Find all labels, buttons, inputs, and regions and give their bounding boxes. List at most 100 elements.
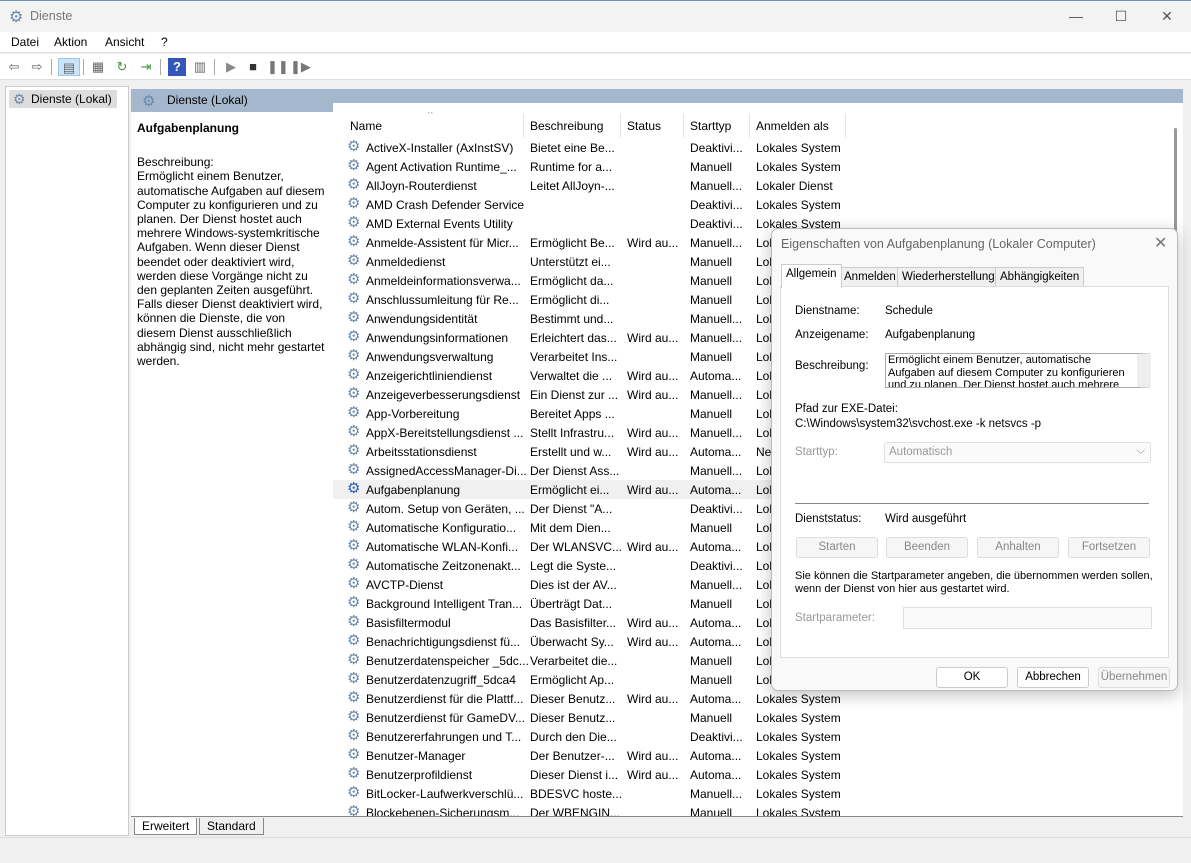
service-starttype: Manuell... [690,426,743,440]
gear-icon: ⚙ [347,689,361,706]
service-description: Der Dienst "A... [530,502,613,516]
help-icon[interactable]: ? [168,58,186,76]
beschreibung-label: Beschreibung: [795,360,869,372]
restart-icon[interactable]: ❚▶ [290,58,311,76]
view-icon[interactable]: ▥ [191,58,209,76]
column-separator[interactable] [523,114,524,138]
service-starttype: Manuell... [690,331,743,345]
close-button[interactable]: ✕ [1144,5,1190,29]
gear-icon: ⚙ [347,404,361,421]
minimize-button[interactable]: — [1053,5,1099,29]
startparameter-hint: Sie können die Startparameter angeben, d… [795,570,1153,595]
service-row[interactable]: ⚙ Benutzerdienst für die Plattf... Dieser … [333,689,1170,708]
cancel-button[interactable]: Abbrechen [1017,667,1089,688]
service-description: Überwacht Sy... [530,635,614,649]
refresh-icon[interactable]: ↻ [113,58,131,76]
tab-wiederherstellung[interactable]: Wiederherstellung [897,267,1000,287]
startparameter-input[interactable] [903,607,1152,629]
service-description: Ermöglicht ei... [530,483,610,497]
service-starttype: Manuell [690,521,733,535]
service-description: Legt die Syste... [530,559,617,573]
service-starttype: Manuell [690,407,733,421]
tab-anmelden[interactable]: Anmelden [839,267,901,287]
anhalten-button[interactable]: Anhalten [977,537,1059,558]
tab-allgemein[interactable]: Allgemein [781,264,842,288]
column-separator[interactable] [749,114,750,138]
column-header-anmelden[interactable]: Anmelden als [756,119,829,133]
service-row[interactable]: ⚙ Benutzerdienst für GameDV... Dieser Benu… [333,708,1170,727]
column-separator[interactable] [845,114,846,138]
tab-abhaengigkeiten[interactable]: Abhängigkeiten [995,267,1085,287]
apply-button[interactable]: Übernehmen [1098,667,1170,688]
service-status: Wird au... [627,692,679,706]
starttyp-select[interactable]: Automatisch ⌵ [884,442,1151,463]
service-name: Aufgabenplanung [366,483,461,497]
service-row[interactable]: ⚙ AMD Crash Defender Service Deaktivi... Lo… [333,195,1170,214]
service-starttype: Manuell [690,160,733,174]
service-name: Autom. Setup von Geräten, ... [366,502,525,516]
column-separator[interactable] [683,114,684,138]
column-header-status[interactable]: Status [627,119,661,133]
stop-icon[interactable]: ■ [244,58,262,76]
details-desc-label: Beschreibung: [137,155,214,170]
service-row[interactable]: ⚙ BitLocker-Laufwerkverschlü... BDESVC hos… [333,784,1170,803]
status-bar [0,837,1191,863]
service-description: Der Benutzer-... [530,749,615,763]
gear-icon: ⚙ [347,480,361,497]
menu-datei[interactable]: Datei [11,35,39,49]
beschreibung-textbox[interactable]: Ermöglicht einem Benutzer, automatische … [885,353,1151,388]
menu-ansicht[interactable]: Ansicht [105,35,144,49]
service-name: Benutzer-Manager [366,749,466,763]
service-starttype: Manuell... [690,236,743,250]
service-status: Wird au... [627,483,679,497]
beenden-button[interactable]: Beenden [886,537,968,558]
export-list-icon[interactable]: ⇥ [137,58,155,76]
service-starttype: Manuell... [690,312,743,326]
service-status: Wird au... [627,236,679,250]
gear-icon: ⚙ [347,233,361,250]
maximize-button[interactable]: ☐ [1098,5,1144,29]
service-description: Dieser Benutz... [530,711,616,725]
ok-button[interactable]: OK [936,667,1008,688]
pause-icon[interactable]: ❚❚ [267,58,289,76]
menu-help[interactable]: ? [161,35,168,49]
service-starttype: Manuell [690,806,733,816]
service-row[interactable]: ⚙ Benutzererfahrungen und T... Durch den D… [333,727,1170,746]
service-starttype: Automa... [690,369,742,383]
service-starttype: Deaktivi... [690,141,743,155]
start-icon[interactable]: ▶ [222,58,240,76]
service-row[interactable]: ⚙ Benutzer-Manager Der Benutzer-... Wird au… [333,746,1170,765]
service-status: Wird au... [627,445,679,459]
service-starttype: Manuell [690,711,733,725]
service-description: Durch den Die... [530,730,617,744]
service-row[interactable]: ⚙ Agent Activation Runtime_... Runtime for… [333,157,1170,176]
service-starttype: Manuell [690,654,733,668]
window-title: Dienste [30,9,73,23]
back-icon[interactable]: ⇦ [5,58,23,76]
tree-item-dienste-lokal[interactable]: ⚙ Dienste (Lokal) [9,90,117,108]
service-row[interactable]: ⚙ ActiveX-Installer (AxInstSV) Bietet eine… [333,138,1170,157]
column-header-beschreibung[interactable]: Beschreibung [530,119,603,133]
tab-erweitert[interactable]: Erweitert [134,818,198,835]
fortsetzen-button[interactable]: Fortsetzen [1068,537,1150,558]
menu-aktion[interactable]: Aktion [54,35,87,49]
starten-button[interactable]: Starten [796,537,878,558]
show-hide-console-tree-icon[interactable]: ▤ [58,58,80,76]
forward-icon[interactable]: ⇨ [28,58,46,76]
column-header-starttyp[interactable]: Starttyp [690,119,731,133]
tab-standard[interactable]: Standard [199,818,264,835]
service-status: Wird au... [627,768,679,782]
view-tabs: Erweitert Standard [131,816,1183,835]
properties-icon[interactable]: ▦ [89,58,107,76]
service-row[interactable]: ⚙ AllJoyn-Routerdienst Leitet AllJoyn-... M… [333,176,1170,195]
column-header-name[interactable]: Name [350,119,382,133]
service-description: Der WBENGIN... [530,806,621,816]
column-separator[interactable] [620,114,621,138]
service-name: Basisfiltermodul [366,616,451,630]
service-description: Ermöglicht di... [530,293,610,307]
gear-icon: ⚙ [347,138,361,155]
service-row[interactable]: ⚙ Blockebenen-Sicherungsm... Der WBENGIN..… [333,803,1170,817]
service-starttype: Manuell [690,274,733,288]
service-row[interactable]: ⚙ Benutzerprofildienst Dieser Dienst i... W… [333,765,1170,784]
dialog-close-icon[interactable]: ✕ [1154,233,1167,253]
